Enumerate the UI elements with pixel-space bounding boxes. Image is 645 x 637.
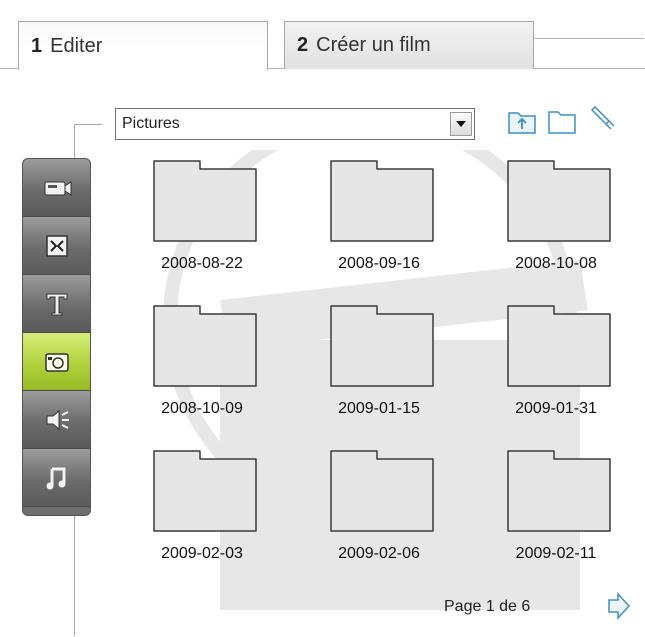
tab-label: Créer un film (316, 34, 431, 56)
folder-label: 2009-02-06 (338, 545, 420, 562)
folder-icon (153, 305, 257, 387)
tab-number: 1 (31, 34, 43, 57)
text-button[interactable] (23, 275, 90, 333)
tab-editer[interactable]: 1 Editer (18, 21, 268, 70)
camera-icon (44, 352, 69, 372)
tree-connector-branch (74, 124, 102, 125)
folder-label: 2009-02-11 (515, 545, 597, 562)
folder-dropdown-value: Pictures (122, 115, 180, 132)
folder-item[interactable]: 2008-09-16 (319, 157, 459, 297)
folder-actions (506, 104, 618, 136)
tab-bar: 1 Editer 2 Créer un film (0, 0, 645, 70)
folder-item[interactable]: 2009-02-06 (319, 447, 459, 587)
folder-icon (330, 450, 434, 532)
folder-label: 2008-09-16 (338, 255, 420, 272)
media-toolbar (22, 158, 91, 516)
folder-item[interactable]: 2008-10-09 (142, 302, 282, 442)
folder-dropdown[interactable]: Pictures (115, 108, 475, 140)
next-page-arrow-icon[interactable] (603, 590, 633, 622)
folder-icon (507, 305, 611, 387)
folder-icon (153, 450, 257, 532)
folder-item[interactable]: 2009-02-11 (496, 447, 636, 587)
music-button[interactable] (23, 449, 90, 507)
chevron-down-icon[interactable] (450, 112, 472, 136)
tab-label: Editer (50, 34, 103, 57)
transition-icon (45, 234, 68, 257)
folder-up-icon[interactable] (506, 104, 538, 136)
folder-label: 2008-10-08 (515, 255, 597, 272)
photo-button[interactable] (23, 333, 90, 391)
page-indicator: Page 1 de 6 (444, 598, 531, 615)
tab-number: 2 (297, 34, 309, 56)
folder-label: 2009-01-31 (515, 400, 597, 417)
speaker-icon (46, 409, 69, 430)
folder-item[interactable]: 2008-08-22 (142, 157, 282, 297)
folder-icon (507, 160, 611, 242)
folder-item[interactable]: 2009-01-31 (496, 302, 636, 442)
folder-item[interactable]: 2008-10-08 (496, 157, 636, 297)
text-icon (46, 293, 67, 315)
transition-button[interactable] (23, 217, 90, 275)
rename-folder-icon[interactable] (586, 104, 618, 136)
folder-label: 2009-02-03 (161, 545, 243, 562)
folder-item[interactable]: 2009-01-15 (319, 302, 459, 442)
new-folder-icon[interactable] (546, 104, 578, 136)
video-button[interactable] (23, 159, 90, 217)
folder-icon (507, 450, 611, 532)
folder-icon (153, 160, 257, 242)
folder-label: 2008-10-09 (161, 400, 243, 417)
music-note-icon (46, 467, 65, 489)
folder-icon (330, 160, 434, 242)
folder-item[interactable]: 2009-02-03 (142, 447, 282, 587)
tab-creer-un-film[interactable]: 2 Créer un film (284, 21, 644, 69)
folder-label: 2008-08-22 (161, 255, 243, 272)
folder-label: 2009-01-15 (338, 400, 420, 417)
audio-button[interactable] (23, 391, 90, 449)
video-camera-icon (44, 180, 71, 196)
folder-icon (330, 305, 434, 387)
